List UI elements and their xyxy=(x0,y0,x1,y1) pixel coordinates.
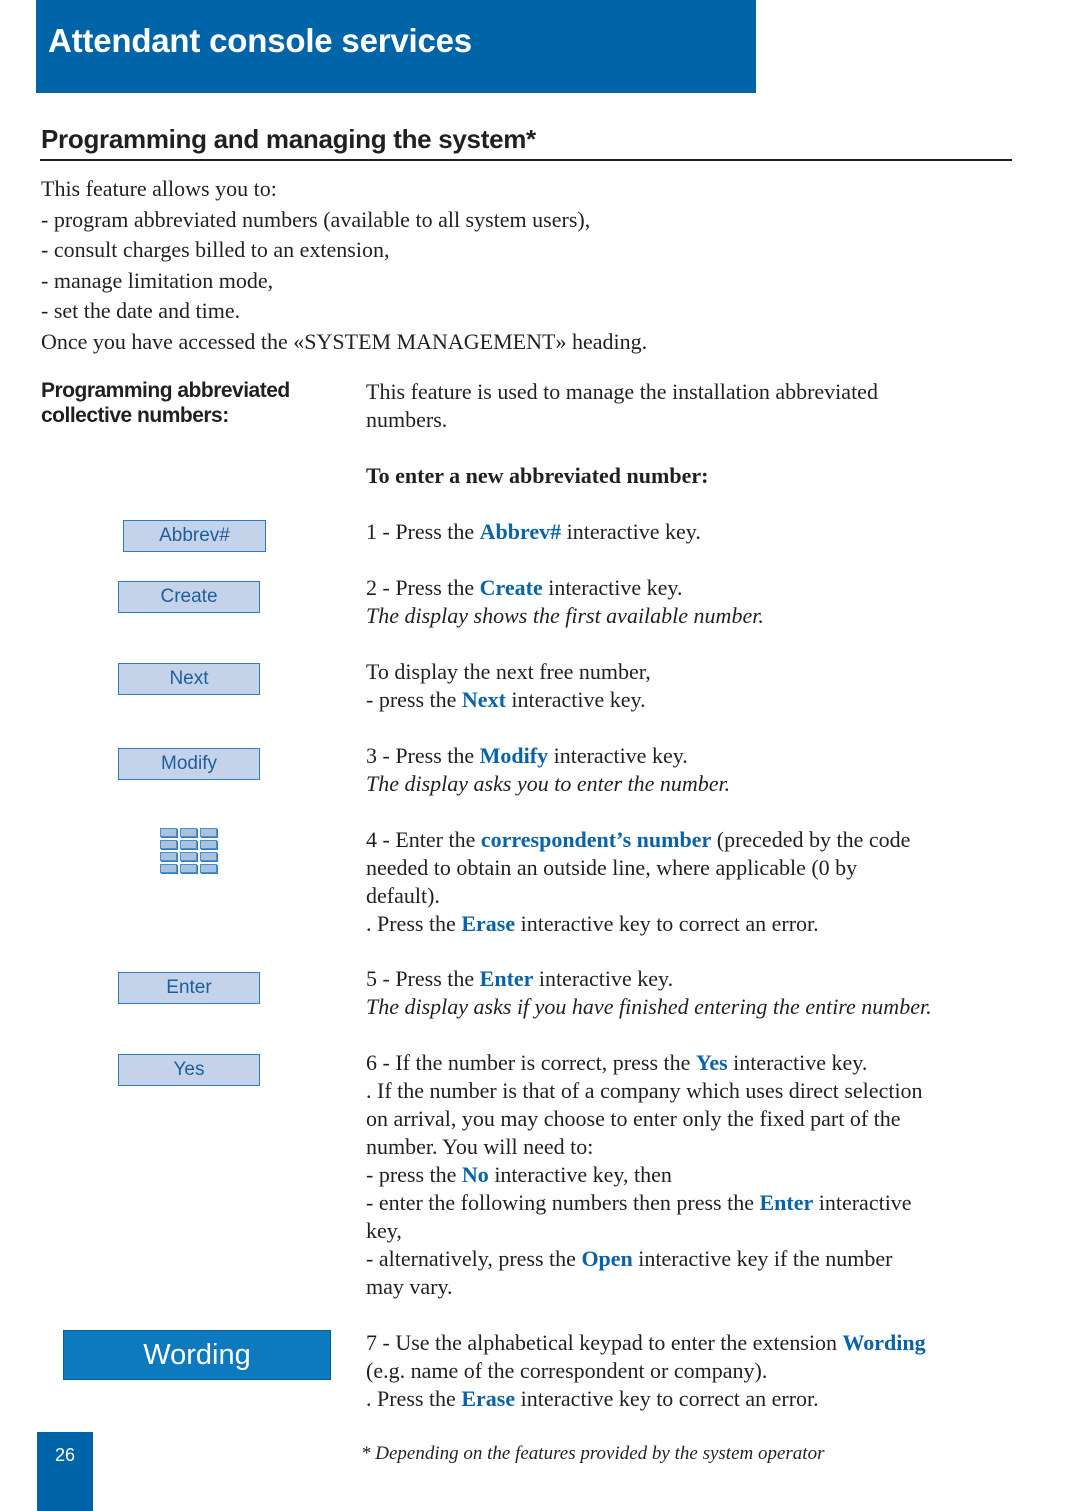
subsection-description: This feature is used to manage the insta… xyxy=(366,378,1026,434)
display-note: The display asks you to enter the number… xyxy=(366,771,731,796)
step-5: 5 - Press the Enter interactive key. The… xyxy=(366,965,1026,1021)
step-text: interactive key to correct an error. xyxy=(515,1386,819,1411)
step-text: 5 - Press the xyxy=(366,966,480,991)
subsection-heading-line: Programming abbreviated xyxy=(41,379,290,402)
create-key[interactable]: Create xyxy=(118,581,260,613)
step-text: 7 - Use the alphabetical keypad to enter… xyxy=(366,1330,843,1355)
step-3: 3 - Press the Modify interactive key. Th… xyxy=(366,742,1026,798)
next-key[interactable]: Next xyxy=(118,663,260,695)
step-keyword: Yes xyxy=(695,1050,728,1075)
abbrev-key[interactable]: Abbrev# xyxy=(123,520,266,552)
step-text: . If the number is that of a company whi… xyxy=(366,1078,923,1103)
step-keyword: Next xyxy=(461,687,506,712)
step-text: 4 - Enter the xyxy=(366,827,481,852)
step-text: (e.g. name of the correspondent or compa… xyxy=(366,1358,768,1383)
keypad-key-icon xyxy=(160,840,177,849)
modify-key[interactable]: Modify xyxy=(118,748,260,780)
intro-lead: This feature allows you to: xyxy=(41,176,277,201)
step-text: needed to obtain an outside line, where … xyxy=(366,855,858,880)
step-6: 6 - If the number is correct, press the … xyxy=(366,1049,1026,1301)
subsection-heading: Programming abbreviated collective numbe… xyxy=(41,378,351,428)
keypad-key-icon xyxy=(200,840,217,849)
step-text: (preceded by the code xyxy=(711,827,911,852)
step-text: 1 - Press the xyxy=(366,519,480,544)
keypad-key-icon xyxy=(180,828,197,837)
procedure-title: To enter a new abbreviated number: xyxy=(366,463,709,488)
step-text: on arrival, you may choose to enter only… xyxy=(366,1106,901,1131)
section-divider xyxy=(40,159,1012,161)
step-text: interactive key. xyxy=(542,575,683,600)
footnote: * Depending on the features provided by … xyxy=(361,1443,825,1464)
wording-key[interactable]: Wording xyxy=(63,1330,331,1380)
step-keyword: correspondent’s number xyxy=(480,827,712,852)
step-keyword: Erase xyxy=(461,911,516,936)
step-keyword: Erase xyxy=(461,1386,516,1411)
keypad-key-icon xyxy=(180,864,197,873)
step-4: 4 - Enter the correspondent’s number (pr… xyxy=(366,826,1026,938)
keypad-key-icon xyxy=(160,828,177,837)
keypad-key-icon xyxy=(180,852,197,861)
step-text: interactive key. xyxy=(548,743,688,768)
step-text: . Press the xyxy=(366,911,462,936)
step-text: 2 - Press the xyxy=(366,575,480,600)
section-title: Programming and managing the system* xyxy=(41,124,536,154)
intro-block: This feature allows you to: - program ab… xyxy=(41,174,647,357)
display-note: The display shows the first available nu… xyxy=(366,603,764,628)
keypad-key-icon xyxy=(160,864,177,873)
step-text: . Press the xyxy=(366,1386,462,1411)
step-keyword: Modify xyxy=(479,743,549,768)
step-text: key, xyxy=(366,1218,402,1243)
description-line: This feature is used to manage the insta… xyxy=(366,379,878,404)
step-7: 7 - Use the alphabetical keypad to enter… xyxy=(366,1329,1026,1413)
step-text: 6 - If the number is correct, press the xyxy=(366,1050,696,1075)
intro-item: - manage limitation mode, xyxy=(41,267,274,293)
keypad-key-icon xyxy=(180,840,197,849)
step-text: may vary. xyxy=(366,1274,453,1299)
description-line: numbers. xyxy=(366,407,448,432)
step-text: interactive key. xyxy=(727,1050,868,1075)
keypad-key-icon xyxy=(200,864,217,873)
step-keyword: Open xyxy=(581,1246,633,1271)
step-text: interactive key to correct an error. xyxy=(515,911,819,936)
page-header-title: Attendant console services xyxy=(48,22,472,59)
step-text: - press the xyxy=(366,1162,462,1187)
step-keyword: Enter xyxy=(479,966,534,991)
step-2: 2 - Press the Create interactive key. Th… xyxy=(366,574,1026,630)
intro-item: - program abbreviated numbers (available… xyxy=(41,206,591,232)
step-keyword: Abbrev# xyxy=(479,519,562,544)
step-1: 1 - Press the Abbrev# interactive key. xyxy=(366,518,1026,546)
enter-key[interactable]: Enter xyxy=(118,972,260,1004)
subsection-heading-line: collective numbers: xyxy=(41,404,229,427)
step-text: - enter the following numbers then press… xyxy=(366,1190,760,1215)
keypad-key-icon xyxy=(160,852,177,861)
step-text: interactive key. xyxy=(533,966,674,991)
page-number: 26 xyxy=(55,1445,76,1465)
step-text: number. You will need to: xyxy=(366,1134,594,1159)
intro-item: - consult charges billed to an extension… xyxy=(41,237,390,262)
keypad-key-icon xyxy=(200,852,217,861)
keypad-key-icon xyxy=(200,828,217,837)
step-text: interactive key if the number xyxy=(632,1246,893,1271)
page-number-tab xyxy=(37,1432,93,1511)
step-text: default). xyxy=(366,883,440,908)
step-text: 3 - Press the xyxy=(366,743,480,768)
step-text: interactive xyxy=(813,1190,912,1215)
step-keyword: No xyxy=(461,1162,489,1187)
intro-closing: Once you have accessed the «SYSTEM MANAG… xyxy=(41,328,648,354)
step-text: interactive key. xyxy=(505,687,646,712)
step-keyword: Create xyxy=(479,575,543,600)
step-text: interactive key. xyxy=(561,519,701,544)
step-text: interactive key, then xyxy=(488,1162,672,1187)
yes-key[interactable]: Yes xyxy=(118,1054,260,1086)
step-text: - alternatively, press the xyxy=(366,1246,582,1271)
step-text: To display the next free number, xyxy=(366,659,651,684)
step-next: To display the next free number, - press… xyxy=(366,658,1026,714)
display-note: The display asks if you have finished en… xyxy=(366,994,932,1019)
step-keyword: Wording xyxy=(842,1330,926,1355)
intro-item: - set the date and time. xyxy=(41,298,241,323)
step-text: - press the xyxy=(366,687,462,712)
numeric-keypad-icon xyxy=(160,828,217,873)
step-keyword: Enter xyxy=(759,1190,814,1215)
